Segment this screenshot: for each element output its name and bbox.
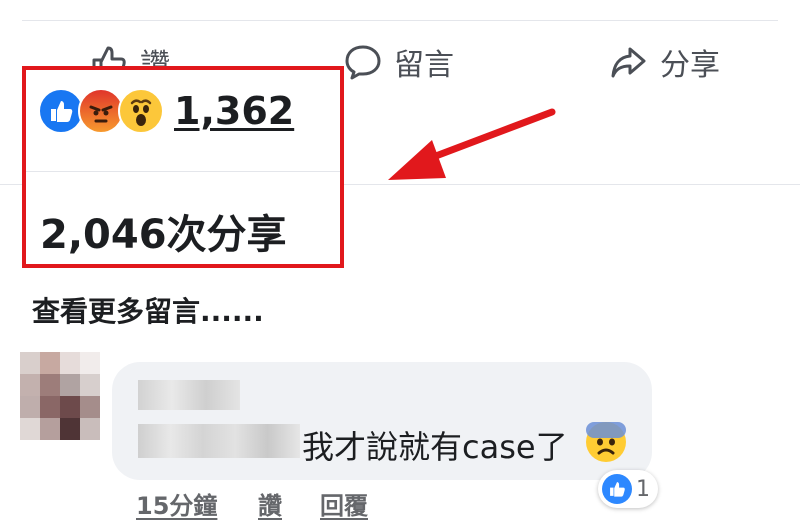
avatar[interactable]: [20, 352, 100, 440]
comment-like-button[interactable]: 讚: [258, 486, 282, 521]
comment-reply-button[interactable]: 回覆: [320, 486, 368, 521]
comment-like-count: 1: [636, 476, 650, 502]
comment-like-badge[interactable]: 1: [598, 470, 658, 508]
red-arrow-annotation: [388, 108, 556, 180]
share-arrow-icon: [610, 43, 648, 81]
top-divider: [22, 20, 778, 21]
comment-timestamp[interactable]: 15分鐘: [136, 486, 217, 521]
comment-button[interactable]: 留言: [344, 38, 454, 86]
comment-text: 我才說就有case了: [302, 428, 568, 466]
commenter-name-redacted[interactable]: [138, 380, 240, 410]
speech-bubble-icon: [344, 43, 382, 81]
shares-count: 2,046次分享: [40, 212, 287, 258]
comment-text-redacted: [138, 424, 300, 458]
thumbs-up-icon: [602, 474, 632, 504]
highlight-box: 1,362 2,046次分享: [22, 66, 344, 268]
reaction-count[interactable]: 1,362: [174, 89, 294, 133]
view-more-comments-link[interactable]: 查看更多留言......: [32, 290, 264, 330]
surprised-face-icon: [118, 88, 164, 134]
share-button[interactable]: 分享: [610, 38, 720, 86]
divider: [26, 171, 340, 172]
fearful-face-icon: [586, 422, 626, 462]
share-button-label: 分享: [660, 48, 720, 83]
comment-button-label: 留言: [394, 48, 454, 83]
reactions-summary[interactable]: 1,362: [38, 88, 294, 134]
